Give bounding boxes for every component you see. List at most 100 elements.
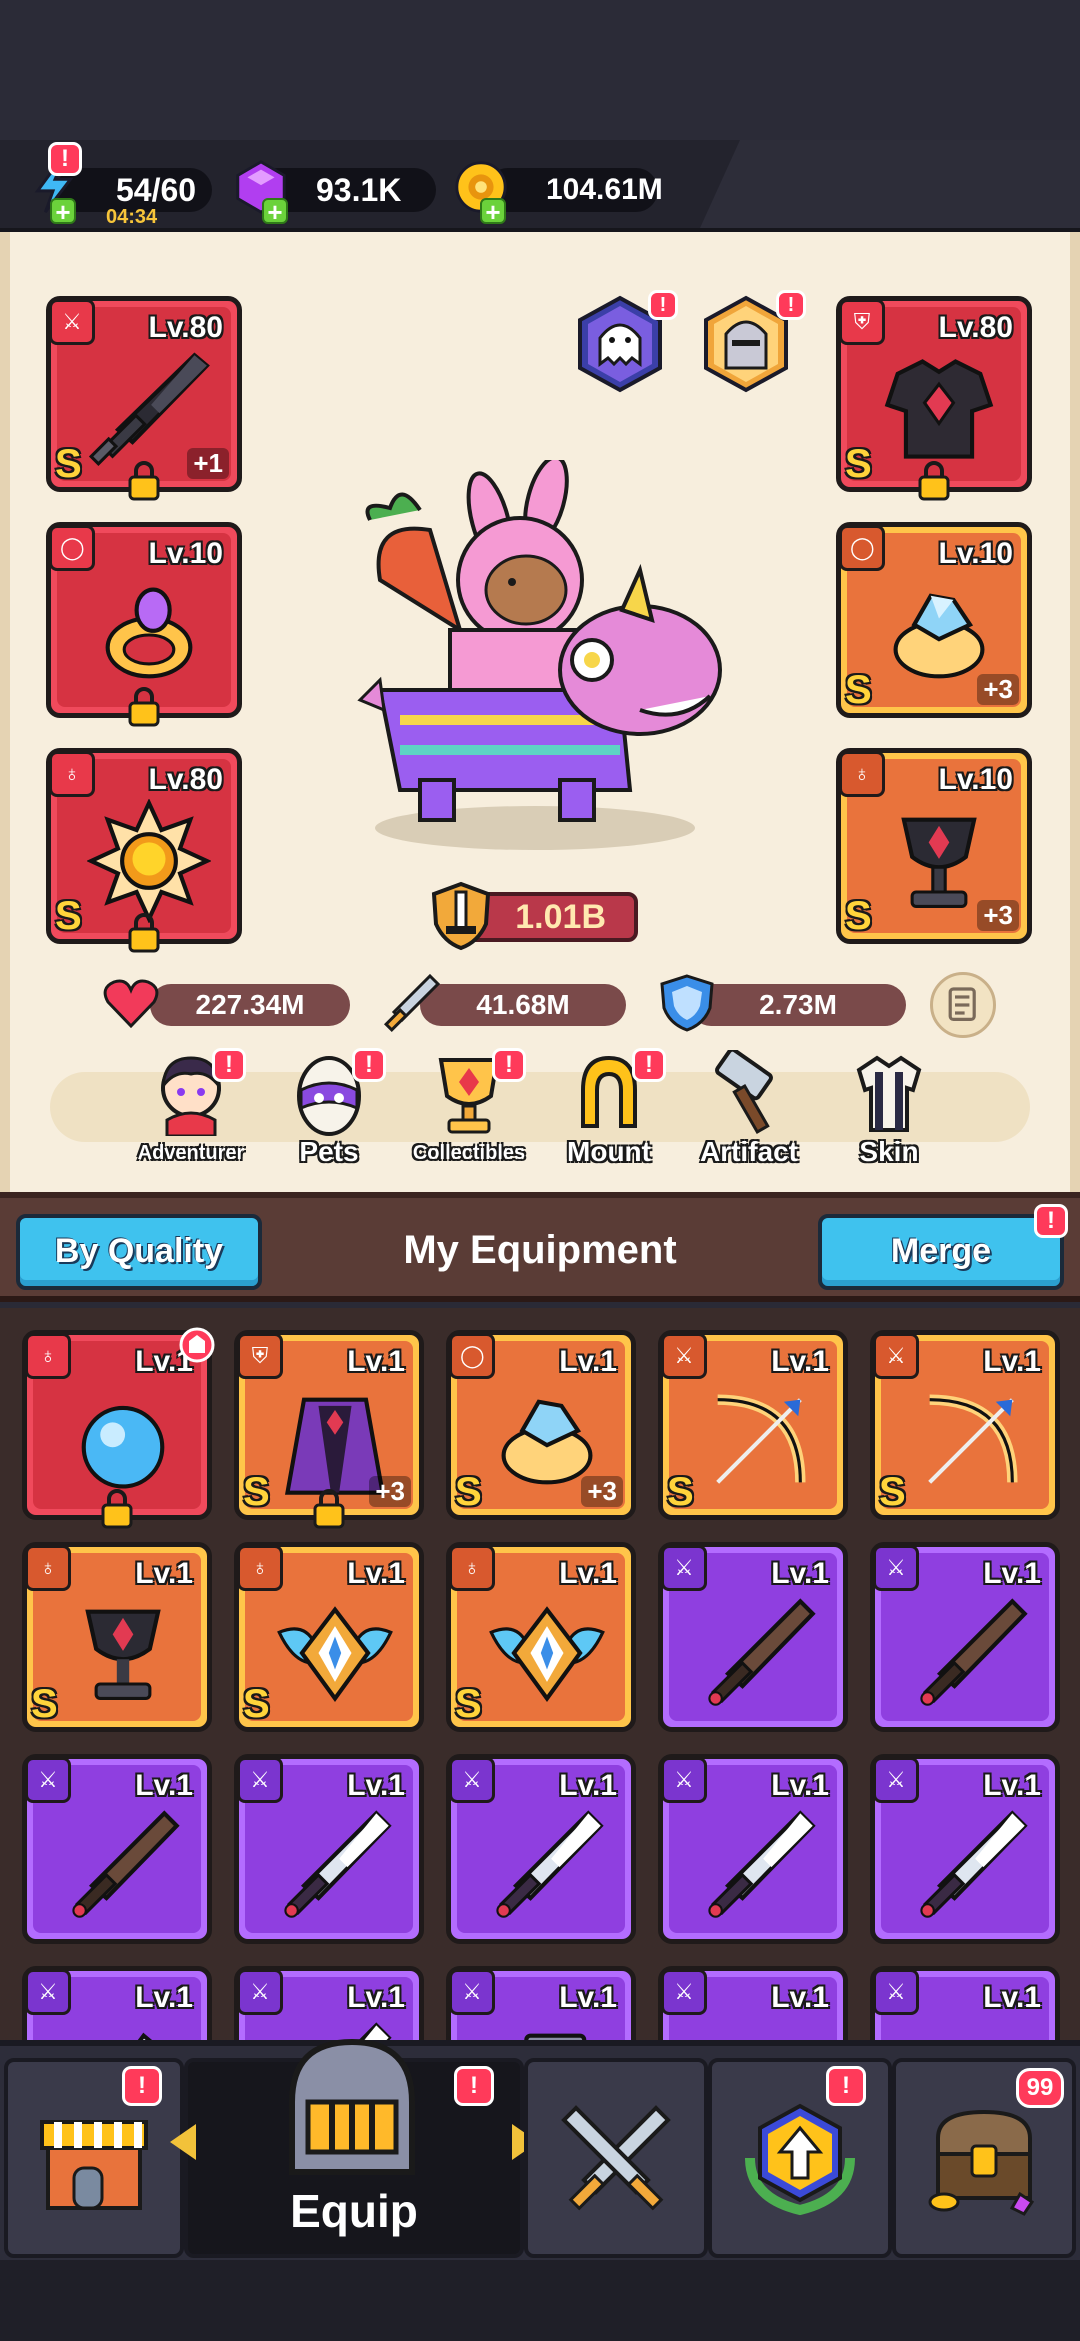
lock-icon [313, 1489, 345, 1529]
collectibles-alert-badge: ! [492, 1048, 526, 1082]
slot-grade: S [55, 894, 82, 938]
coin-counter[interactable]: 104.61M [486, 168, 663, 212]
slot-level: Lv.10 [938, 763, 1014, 796]
slot-level: Lv.10 [148, 537, 224, 570]
battle-tab[interactable] [524, 2058, 708, 2258]
item-level: Lv.1 [135, 1981, 193, 2014]
hero-character[interactable] [340, 460, 730, 860]
attack-stat: 41.68M [420, 984, 626, 1026]
weapon-type-icon: ⚔ [449, 1969, 495, 2015]
necklace-type-icon: ♁ [237, 1545, 283, 1591]
winged-emblem-icon [277, 1606, 393, 1702]
item-grade: S [243, 1470, 270, 1514]
wooden-sword-icon [920, 1598, 1028, 1706]
inventory-item[interactable]: ⚔ Lv.1 [22, 1754, 212, 1944]
slot-grade: S [55, 442, 82, 486]
sword-shield-icon [431, 881, 491, 951]
item-level: Lv.1 [771, 1557, 829, 1590]
winged-emblem-icon [489, 1606, 605, 1702]
inventory-item[interactable]: ⚔ Lv.1 [234, 1754, 424, 1944]
item-grade: S [243, 1682, 270, 1726]
weapon-type-icon: ⚔ [237, 1969, 283, 2015]
defense-stat: 2.73M [690, 984, 906, 1026]
inventory-item[interactable]: ⚔ Lv.1 [658, 1966, 848, 2048]
shop-icon [40, 2120, 148, 2210]
pet-alert-badge: ! [648, 290, 678, 320]
steel-sword-icon [708, 1810, 816, 1918]
nav-label: Adventurer [137, 1142, 245, 1164]
item-level: Lv.1 [559, 1769, 617, 1802]
item-level: Lv.1 [135, 1557, 193, 1590]
gold-ring-icon [105, 587, 193, 679]
item-level: Lv.1 [559, 1345, 617, 1378]
list-icon [948, 987, 976, 1021]
sort-by-quality-button[interactable]: By Quality [16, 1214, 262, 1290]
item-level: Lv.1 [347, 1345, 405, 1378]
inventory-item[interactable]: ◯ Lv.1 S +3 [446, 1330, 636, 1520]
shield-icon [660, 974, 714, 1032]
chest-tab[interactable]: 99 [892, 2058, 1076, 2258]
equipped-ring-slot-2[interactable]: ◯ Lv.10 S +3 [836, 522, 1032, 718]
item-bonus: +3 [369, 1476, 411, 1507]
inventory-item[interactable]: ⚔ Lv.1 [446, 1754, 636, 1944]
inventory-item[interactable]: ⛨ Lv.1 S +3 [234, 1330, 424, 1529]
equipped-necklace-slot[interactable]: ♁ Lv.80 S [46, 748, 242, 953]
golden-bow-icon [928, 1394, 1018, 1484]
item-level: Lv.1 [347, 1557, 405, 1590]
sword-icon [383, 973, 441, 1033]
weapon-type-icon: ⚔ [49, 299, 95, 345]
inventory-item[interactable]: ⚔ Lv.1 [22, 1966, 212, 2048]
nav-label: Artifact [699, 1136, 798, 1167]
treasure-chest-icon [928, 2109, 1035, 2216]
inventory-item[interactable]: ♁ Lv.1 S [22, 1542, 212, 1732]
item-level: Lv.1 [983, 1557, 1041, 1590]
stats-detail-button[interactable] [930, 972, 996, 1038]
goblet-icon [85, 1609, 161, 1701]
add-gems-icon[interactable]: + [262, 198, 288, 225]
add-coins-icon[interactable]: + [480, 198, 506, 225]
wooden-sword-icon [708, 1598, 816, 1706]
inventory-item[interactable]: ⚔ Lv.1 [870, 1966, 1060, 2048]
chevron-left-icon[interactable] [168, 2122, 198, 2162]
equipped-necklace-slot-2[interactable]: ♁ Lv.10 S +3 [836, 748, 1032, 944]
ring-type-icon: ◯ [449, 1333, 495, 1379]
slot-bonus: +3 [977, 674, 1019, 705]
add-energy-icon[interactable]: + [50, 198, 76, 225]
armor-type-icon: ⛨ [237, 1333, 283, 1379]
merge-button[interactable]: Merge [818, 1214, 1064, 1290]
necklace-type-icon: ♁ [449, 1545, 495, 1591]
inventory-item[interactable]: ♁ Lv.1 S [446, 1542, 636, 1732]
coin-value: 104.61M [546, 173, 663, 206]
inventory-item[interactable]: ⚔ Lv.1 S [870, 1330, 1060, 1520]
equipped-weapon-slot[interactable]: ⚔ Lv.80 S +1 [46, 296, 242, 501]
weapon-type-icon: ⚔ [661, 1333, 707, 1379]
gem-value: 93.1K [316, 172, 402, 208]
inventory-item[interactable]: ⚔ Lv.1 S [658, 1330, 848, 1520]
nav-skin[interactable]: Skin [824, 1050, 954, 1170]
equipped-ring-slot[interactable]: ◯ Lv.10 [46, 522, 242, 727]
inventory-item[interactable]: ♁ Lv.1 S [234, 1542, 424, 1732]
necklace-type-icon: ♁ [25, 1333, 71, 1379]
energy-alert-badge: ! [48, 142, 82, 176]
shop-alert-badge: ! [122, 2066, 162, 2106]
inventory-item[interactable]: ⚔ Lv.1 [658, 1542, 848, 1732]
equipped-armor-slot[interactable]: ⛨ Lv.80 S [836, 296, 1032, 501]
inventory-item[interactable]: ♁ Lv.1 [22, 1327, 215, 1529]
ring-type-icon: ◯ [49, 525, 95, 571]
sun-amulet-icon [87, 799, 211, 923]
nav-artifact[interactable]: Artifact [684, 1050, 814, 1170]
inventory-item[interactable]: ⚔ Lv.1 [446, 1966, 636, 2048]
item-level: Lv.1 [559, 1557, 617, 1590]
inventory-item[interactable]: ⚔ Lv.1 [658, 1754, 848, 1944]
weapon-type-icon: ⚔ [661, 1545, 707, 1591]
steel-sword-icon [284, 1810, 392, 1918]
lock-icon [128, 687, 160, 727]
equipment-title: My Equipment [403, 1228, 677, 1272]
inventory-item[interactable]: ⚔ Lv.1 [870, 1754, 1060, 1944]
item-grade: S [667, 1470, 694, 1514]
necklace-type-icon: ♁ [25, 1545, 71, 1591]
weapon-type-icon: ⚔ [25, 1757, 71, 1803]
inventory-item[interactable]: ⚔ Lv.1 [870, 1542, 1060, 1732]
golden-bow-icon [716, 1394, 806, 1484]
weapon-type-icon: ⚔ [661, 1969, 707, 2015]
